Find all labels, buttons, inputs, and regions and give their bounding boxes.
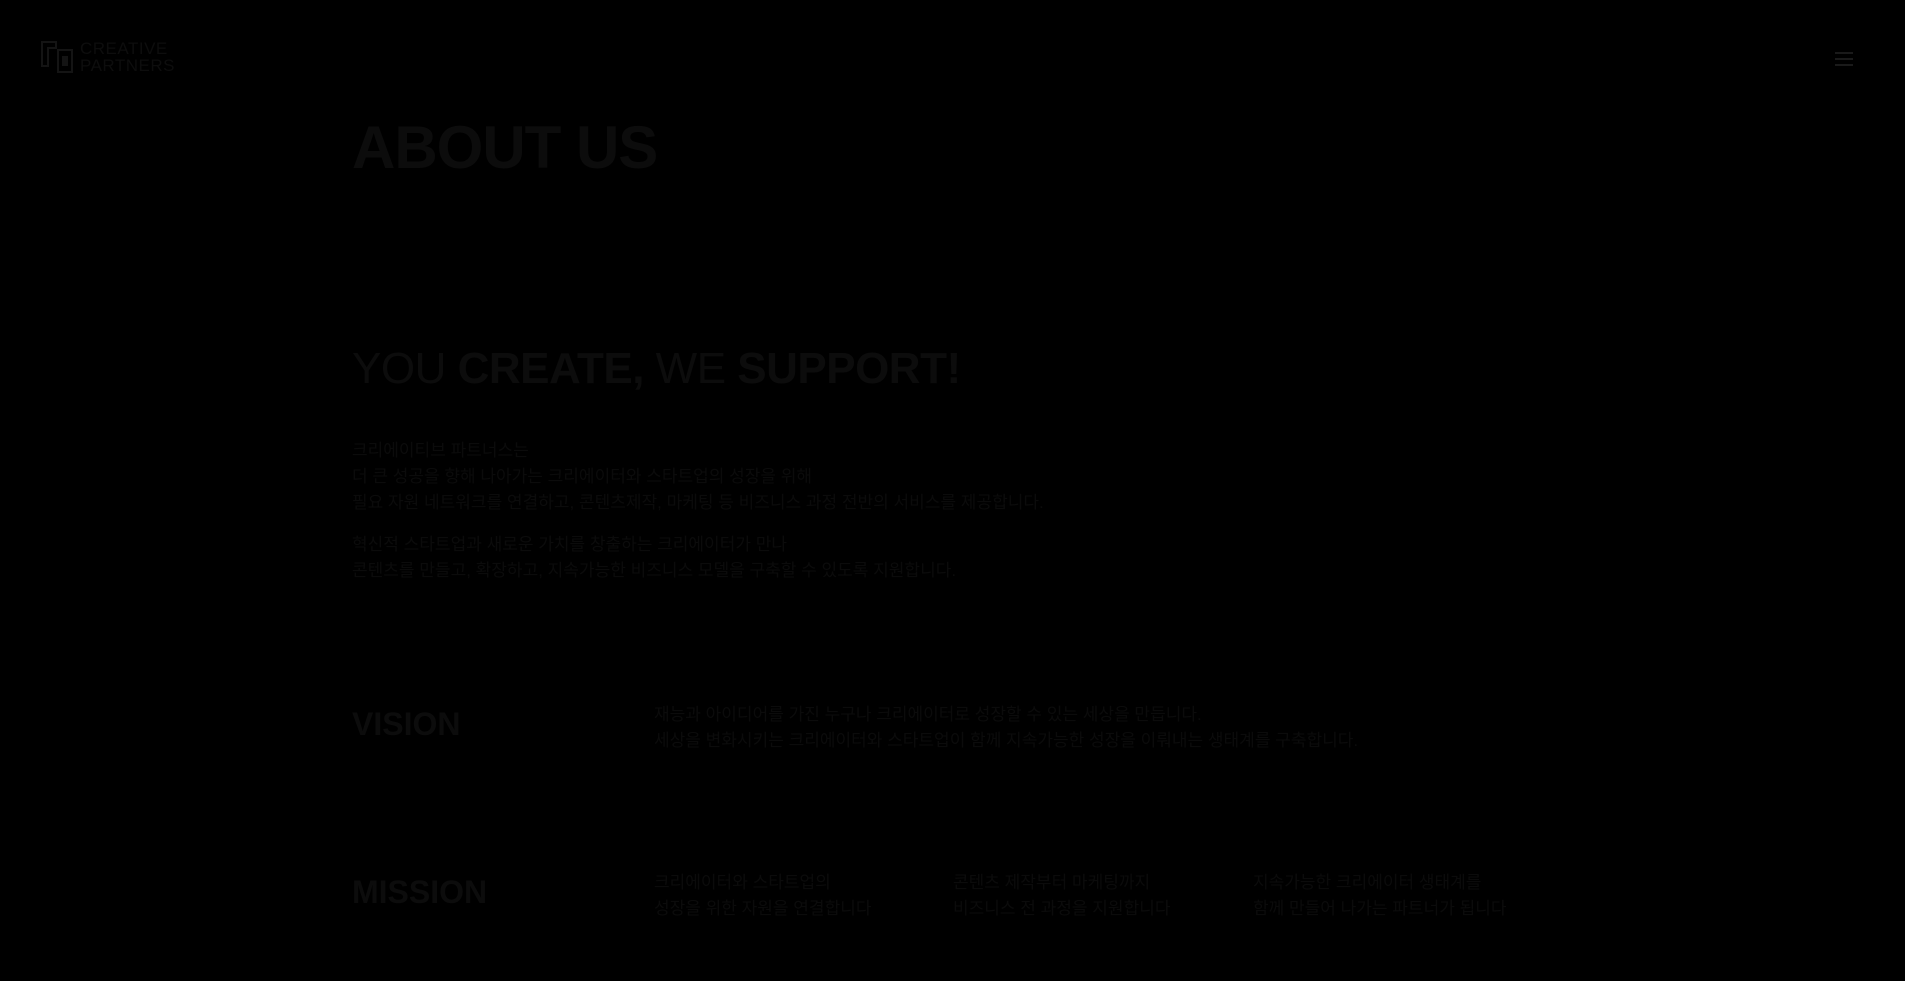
intro-paragraph-2: 혁신적 스타트업과 새로운 가치를 창출하는 크리에이터가 만나 콘텐츠를 만들… [352, 532, 1044, 584]
intro-text: 크리에이티브 파트너스는 더 큰 성공을 향해 나아가는 크리에이터와 스타트업… [352, 438, 1044, 600]
slogan: YOU CREATE, WE SUPPORT! [352, 347, 961, 391]
logo-text: CREATIVE PARTNERS [80, 40, 175, 74]
vision-line: 세상을 변화시키는 크리에이터와 스타트업이 함께 지속가능한 성장을 이뤄내는… [654, 731, 1359, 750]
mission-line: 지속가능한 크리에이터 생태계를 [1253, 873, 1482, 892]
menu-bar-bottom [1835, 64, 1853, 66]
logo[interactable]: CREATIVE PARTNERS [40, 40, 175, 74]
menu-bar-top [1835, 52, 1853, 54]
slogan-support: SUPPORT! [737, 344, 961, 393]
slogan-you: YOU [352, 344, 458, 393]
page-title: ABOUT US [352, 114, 658, 181]
mission-line: 비즈니스 전 과정을 지원합니다 [953, 899, 1171, 918]
intro-line: 필요 자원 네트워크를 연결하고, 콘텐츠제작, 마케팅 등 비즈니스 과정 전… [352, 493, 1044, 512]
logo-line-2: PARTNERS [80, 56, 176, 75]
intro-paragraph-1: 크리에이티브 파트너스는 더 큰 성공을 향해 나아가는 크리에이터와 스타트업… [352, 438, 1044, 516]
intro-line: 혁신적 스타트업과 새로운 가치를 창출하는 크리에이터가 만나 [352, 535, 787, 554]
mission-heading: MISSION [352, 874, 488, 910]
mission-line: 성장을 위한 자원을 연결합니다 [654, 899, 872, 918]
menu-bar-middle [1835, 58, 1853, 60]
mission-item-2: 콘텐츠 제작부터 마케팅까지 비즈니스 전 과정을 지원합니다 [953, 870, 1171, 922]
slogan-create: CREATE, [457, 344, 645, 393]
intro-line: 크리에이티브 파트너스는 [352, 441, 529, 460]
vision-line: 재능과 아이디어를 가진 누구나 크리에이터로 성장할 수 있는 세상을 만듭니… [654, 705, 1202, 724]
intro-line: 콘텐츠를 만들고, 확장하고, 지속가능한 비즈니스 모델을 구축할 수 있도록… [352, 561, 957, 580]
logo-mark-icon [41, 41, 73, 73]
intro-line: 더 큰 성공을 향해 나아가는 크리에이터와 스타트업의 성장을 위해 [352, 467, 813, 486]
mission-line: 크리에이터와 스타트업의 [654, 873, 831, 892]
mission-item-3: 지속가능한 크리에이터 생태계를 함께 만들어 나가는 파트너가 됩니다 [1253, 870, 1507, 922]
page: CREATIVE PARTNERS ABOUT US YOU CREATE, W… [0, 0, 1905, 981]
slogan-we: WE [643, 344, 738, 393]
mission-line: 콘텐츠 제작부터 마케팅까지 [953, 873, 1151, 892]
hamburger-menu-icon[interactable] [1835, 52, 1853, 66]
mission-item-1: 크리에이터와 스타트업의 성장을 위한 자원을 연결합니다 [654, 870, 872, 922]
mission-line: 함께 만들어 나가는 파트너가 됩니다 [1253, 899, 1507, 918]
vision-text: 재능과 아이디어를 가진 누구나 크리에이터로 성장할 수 있는 세상을 만듭니… [654, 702, 1358, 754]
vision-heading: VISION [352, 706, 461, 742]
logo-line-1: CREATIVE [80, 39, 168, 58]
